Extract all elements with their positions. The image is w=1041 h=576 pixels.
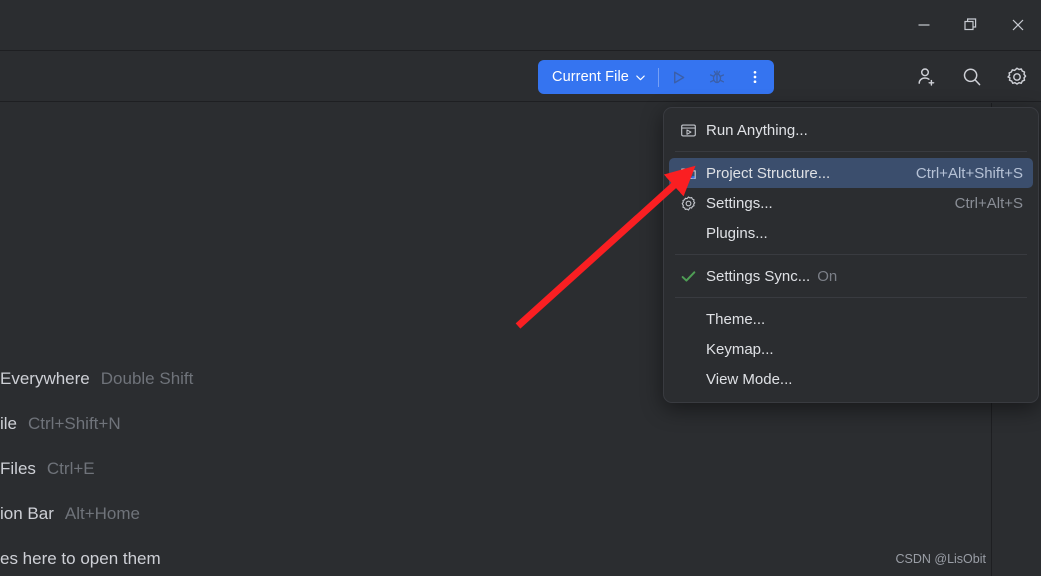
hint-row: Files Ctrl+E [0, 446, 420, 491]
menu-item-label: Settings... [706, 194, 773, 212]
hint-row: ion Bar Alt+Home [0, 491, 420, 536]
menu-item-view-mode[interactable]: View Mode... [669, 364, 1033, 394]
menu-item-settings-sync[interactable]: Settings Sync... On [669, 261, 1033, 291]
user-plus-icon [918, 68, 935, 86]
menu-separator [675, 254, 1027, 255]
play-icon [674, 71, 685, 83]
menu-item-no-icon [680, 339, 700, 359]
hint-action: Files [0, 458, 36, 478]
menu-item-no-icon [680, 223, 700, 243]
search-button[interactable] [956, 61, 988, 93]
hint-shortcut: Ctrl+Shift+N [28, 413, 121, 433]
hint-shortcut: Double Shift [100, 368, 194, 388]
minimize-button[interactable] [900, 0, 947, 50]
window-controls [900, 0, 1041, 50]
debug-button[interactable] [698, 60, 736, 94]
run-configuration-widget: Current File [538, 60, 774, 94]
title-bar [0, 0, 1041, 51]
menu-item-project-structure[interactable]: Project Structure... Ctrl+Alt+Shift+S [669, 158, 1033, 188]
empty-editor-hints: Everywhere Double Shift ile Ctrl+Shift+N… [0, 356, 420, 576]
hint-action: ion Bar [0, 503, 54, 523]
settings-button[interactable] [1001, 61, 1033, 93]
project-structure-icon [680, 163, 700, 183]
watermark: CSDN @LisObit [895, 552, 987, 566]
hint-shortcut: Alt+Home [64, 503, 140, 523]
ide-window: Current File Everywhere Double Shift ile… [0, 0, 1041, 576]
more-vertical-icon [753, 70, 757, 84]
hint-action: ile [0, 413, 18, 433]
restore-icon [963, 18, 976, 31]
hint-row: Everywhere Double Shift [0, 356, 420, 401]
run-button[interactable] [660, 60, 698, 94]
bug-icon [709, 70, 725, 84]
menu-item-label: Plugins... [706, 224, 768, 242]
menu-item-label: Theme... [706, 310, 766, 328]
menu-item-label: Project Structure... [706, 164, 831, 182]
menu-item-label: Settings Sync... [706, 267, 811, 285]
hint-shortcut: Ctrl+E [46, 458, 95, 478]
menu-separator [675, 297, 1027, 298]
menu-item-theme[interactable]: Theme... [669, 304, 1033, 334]
check-icon [680, 266, 700, 286]
search-icon [963, 68, 981, 86]
menu-item-keymap[interactable]: Keymap... [669, 334, 1033, 364]
run-configuration-selector[interactable]: Current File [538, 60, 657, 94]
hint-row: es here to open them [0, 536, 420, 576]
hint-action: Everywhere [0, 368, 90, 388]
run-anything-icon [680, 120, 700, 140]
menu-item-run-anything[interactable]: Run Anything... [669, 115, 1033, 145]
close-icon [1012, 19, 1023, 31]
run-configuration-label: Current File [552, 69, 629, 85]
gear-icon [1007, 67, 1027, 85]
run-more-button[interactable] [736, 60, 774, 94]
minimize-icon [918, 24, 929, 26]
menu-item-no-icon [680, 309, 700, 329]
hint-row: ile Ctrl+Shift+N [0, 401, 420, 446]
menu-separator [675, 151, 1027, 152]
hint-drop-files-text: es here to open them [0, 548, 161, 568]
menu-item-label: Keymap... [706, 340, 774, 358]
chevron-down-icon [636, 74, 645, 80]
menu-item-label: View Mode... [706, 370, 793, 388]
menu-item-label: Run Anything... [706, 121, 808, 139]
run-widget-divider [657, 67, 659, 87]
menu-item-settings[interactable]: Settings... Ctrl+Alt+S [669, 188, 1033, 218]
restore-button[interactable] [947, 0, 994, 50]
add-user-button[interactable] [911, 61, 943, 93]
main-toolbar: Current File [0, 51, 1041, 102]
menu-item-plugins[interactable]: Plugins... [669, 218, 1033, 248]
settings-sync-status: On [817, 267, 838, 285]
settings-popup-menu: Run Anything... Project Structure... Ctr… [663, 107, 1039, 403]
toolbar-right-actions [911, 59, 1033, 95]
gear-icon [680, 193, 700, 213]
menu-item-no-icon [680, 369, 700, 389]
menu-item-shortcut: Ctrl+Alt+S [954, 194, 1023, 212]
menu-item-shortcut: Ctrl+Alt+Shift+S [915, 164, 1023, 182]
close-button[interactable] [994, 0, 1041, 50]
